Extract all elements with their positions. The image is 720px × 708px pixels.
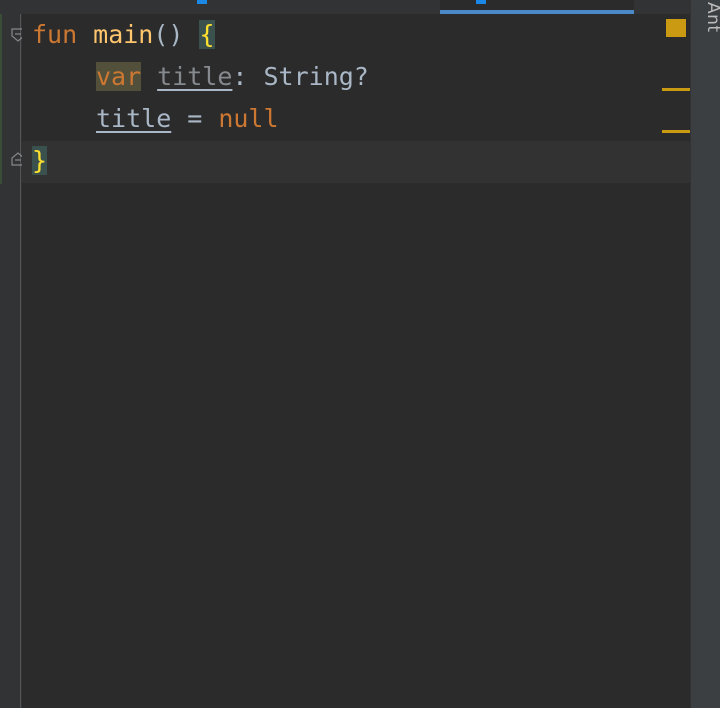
keyword-var: var [96, 62, 142, 91]
code-editor[interactable]: fun main() { var title: String? title = null } [22, 14, 690, 708]
inspection-status-icon[interactable] [666, 19, 686, 37]
vcs-change-marker[interactable] [0, 14, 2, 184]
function-name: main [93, 20, 154, 49]
active-tab-icon-marker [476, 0, 486, 4]
current-line-highlight [22, 141, 690, 183]
editor-tab-strip [0, 0, 690, 14]
ant-tool-window-button[interactable]: Ant [703, 2, 720, 33]
type-name: String? [263, 62, 369, 91]
code-line-1[interactable]: fun main() { [32, 14, 215, 56]
tab-icon-marker[interactable] [197, 0, 207, 4]
keyword-null: null [218, 104, 279, 133]
variable-title-reference: title [96, 104, 172, 133]
keyword-fun: fun [32, 20, 78, 49]
close-brace: } [32, 146, 48, 175]
variable-title-declaration: title [157, 62, 233, 91]
warning-stripe-marker[interactable] [662, 130, 690, 133]
code-line-2[interactable]: var title: String? [32, 56, 369, 98]
code-line-4[interactable]: } [32, 140, 48, 182]
active-editor-tab[interactable] [440, 0, 634, 14]
gutter-divider [20, 14, 21, 708]
code-line-3[interactable]: title = null [32, 98, 279, 140]
type-colon: : [232, 62, 248, 91]
right-tool-stripe [690, 0, 720, 708]
editor-gutter[interactable] [0, 14, 22, 708]
warning-stripe-marker[interactable] [662, 88, 690, 91]
parameter-parens: () [153, 20, 184, 49]
assignment-operator: = [187, 104, 203, 133]
open-brace: { [199, 20, 215, 49]
